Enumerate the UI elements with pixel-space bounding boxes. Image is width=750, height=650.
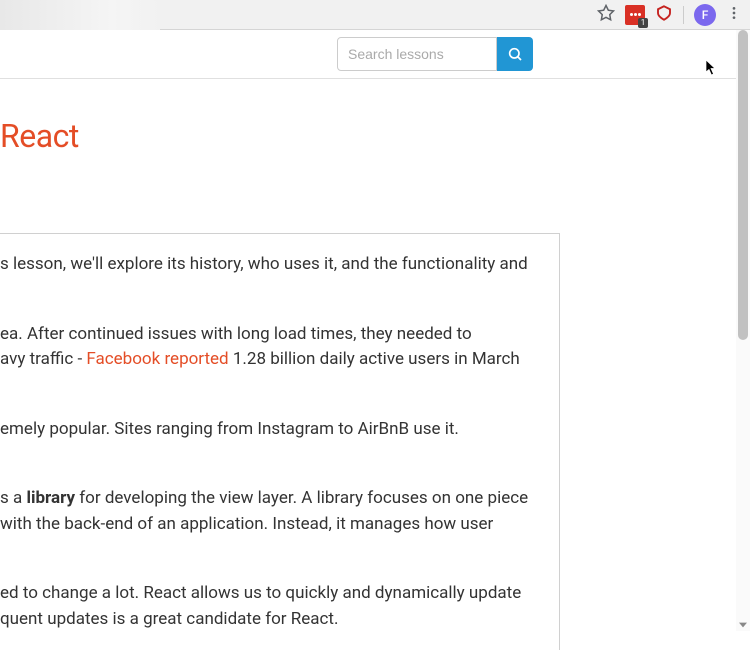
scrollbar-thumb[interactable] bbox=[738, 30, 748, 340]
lesson-paragraph: ed to change a lot. React allows us to q… bbox=[0, 581, 541, 632]
extension-icon[interactable] bbox=[625, 5, 645, 25]
scroll-down-arrow-icon[interactable] bbox=[739, 621, 747, 629]
toolbar-separator bbox=[683, 6, 684, 24]
page-title: React bbox=[0, 79, 750, 155]
lesson-paragraph: s lesson, we'll explore its history, who… bbox=[0, 252, 541, 278]
lesson-paragraph: ea. After continued issues with long loa… bbox=[0, 322, 541, 373]
inactive-tab-edge bbox=[0, 0, 160, 30]
bookmark-star-icon[interactable] bbox=[597, 4, 615, 26]
lesson-paragraph: emely popular. Sites ranging from Instag… bbox=[0, 417, 541, 443]
lesson-paragraph: s a library for developing the view laye… bbox=[0, 486, 541, 537]
site-header bbox=[0, 30, 750, 79]
avatar-letter: F bbox=[702, 8, 709, 22]
search-icon bbox=[507, 46, 523, 62]
browser-toolbar: F bbox=[0, 0, 750, 30]
profile-avatar[interactable]: F bbox=[694, 4, 716, 26]
extension-shield-icon[interactable] bbox=[655, 4, 673, 26]
scrollbar[interactable] bbox=[736, 30, 750, 631]
search-button[interactable] bbox=[497, 37, 533, 71]
search-wrapper bbox=[337, 37, 533, 71]
search-input[interactable] bbox=[337, 37, 497, 71]
lesson-content: s lesson, we'll explore its history, who… bbox=[0, 233, 560, 650]
inline-link[interactable]: Facebook reported bbox=[86, 349, 228, 369]
browser-menu-icon[interactable] bbox=[726, 5, 742, 25]
